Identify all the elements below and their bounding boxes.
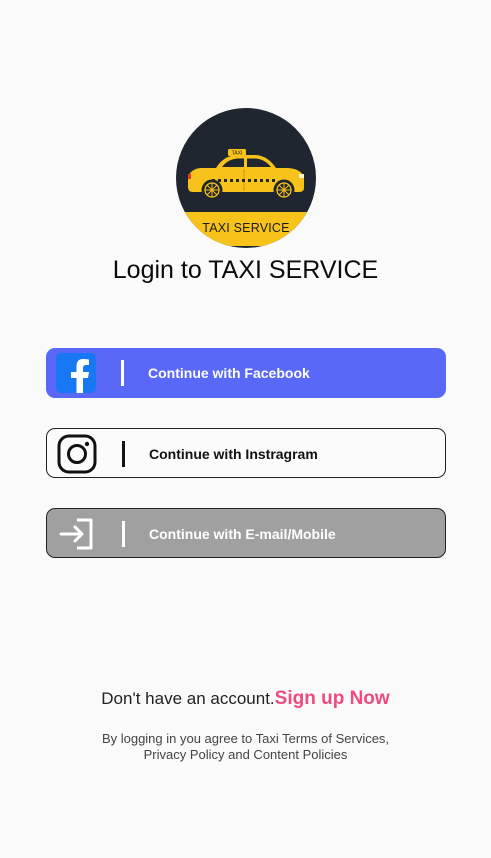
terms-notice: By logging in you agree to Taxi Terms of… [0,731,491,763]
logo-band-text: TAXI SERVICE [176,212,316,246]
facebook-button-label: Continue with Facebook [148,365,310,381]
login-arrow-icon [56,513,98,555]
signup-prompt: Don't have an account. [101,689,275,708]
separator [122,441,125,467]
instagram-icon [56,433,98,475]
terms-line-1: By logging in you agree to Taxi Terms of… [101,731,390,746]
continue-with-facebook-button[interactable]: Continue with Facebook [46,348,446,398]
continue-with-email-mobile-button[interactable]: Continue with E-mail/Mobile [46,508,446,558]
taxi-logo: TAXI TAXI SERVICE [176,108,316,248]
sign-up-link[interactable]: Sign up Now [275,688,390,709]
continue-with-instagram-button[interactable]: Continue with Instragram [46,428,446,478]
page-title: Login to TAXI SERVICE [112,256,379,284]
signup-row: Don't have an account.Sign up Now [0,688,491,710]
instagram-button-label: Continue with Instragram [149,446,318,462]
email-button-label: Continue with E-mail/Mobile [149,526,336,542]
separator [122,521,125,547]
separator [121,360,124,386]
terms-line-2: Privacy Policy and Content Policies [143,747,348,762]
facebook-icon [55,352,97,394]
